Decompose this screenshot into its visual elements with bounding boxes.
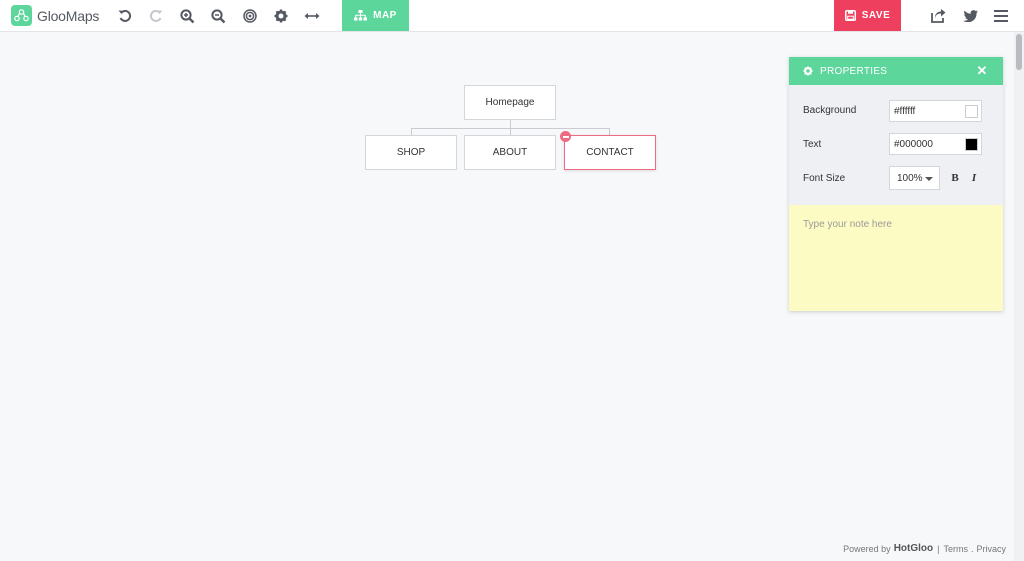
sitemap-logo-icon <box>11 5 32 26</box>
app-logo[interactable]: GlooMaps <box>11 5 99 26</box>
vertical-scrollbar[interactable] <box>1014 32 1024 561</box>
background-color-field[interactable]: #ffffff <box>889 100 982 122</box>
map-label: MAP <box>373 10 397 21</box>
background-color-swatch[interactable] <box>965 105 978 118</box>
background-label: Background <box>803 105 857 116</box>
expand-horizontal-icon[interactable] <box>302 6 322 26</box>
menu-icon[interactable] <box>991 6 1011 26</box>
gear-icon[interactable] <box>271 6 291 26</box>
scrollbar-thumb[interactable] <box>1016 34 1022 70</box>
gear-icon <box>803 66 813 76</box>
italic-button[interactable]: I <box>967 171 981 185</box>
save-label: SAVE <box>861 10 891 21</box>
note-textarea[interactable] <box>789 205 1003 311</box>
save-button[interactable]: SAVE <box>834 0 901 31</box>
remove-node-icon[interactable] <box>560 131 571 142</box>
properties-title: PROPERTIES <box>820 65 888 77</box>
sitemap-icon <box>354 10 368 21</box>
twitter-icon[interactable] <box>960 6 980 26</box>
undo-icon[interactable] <box>115 6 135 26</box>
footer-dot: . <box>970 543 974 554</box>
privacy-link[interactable]: Privacy <box>976 544 1006 554</box>
connector-line <box>609 128 610 135</box>
floppy-disk-icon <box>844 10 856 21</box>
zoom-out-icon[interactable] <box>208 6 228 26</box>
font-size-label: Font Size <box>803 173 846 184</box>
node-contact[interactable]: CONTACT <box>564 135 656 170</box>
node-homepage[interactable]: Homepage <box>464 85 556 120</box>
target-icon[interactable] <box>240 6 260 26</box>
background-color-value: #ffffff <box>894 105 916 117</box>
connector-line <box>510 120 511 128</box>
top-toolbar: GlooMaps MAP SAVE <box>0 0 1024 32</box>
map-button[interactable]: MAP <box>342 0 409 31</box>
text-color-value: #000000 <box>894 138 933 150</box>
share-icon[interactable] <box>928 6 948 26</box>
bold-button[interactable]: B <box>948 171 962 185</box>
properties-panel: PROPERTIES ✕ Background #ffffff Text #00… <box>789 57 1003 311</box>
properties-header: PROPERTIES <box>789 57 1003 85</box>
zoom-in-icon[interactable] <box>177 6 197 26</box>
footer: Powered by HotGloo | Terms . Privacy <box>843 543 1006 554</box>
chevron-down-icon <box>925 177 933 181</box>
connector-line <box>411 128 412 135</box>
font-size-value: 100% <box>897 172 923 184</box>
font-size-select[interactable]: 100% <box>889 166 940 190</box>
text-label: Text <box>803 139 822 150</box>
terms-link[interactable]: Terms <box>943 544 968 554</box>
text-color-swatch[interactable] <box>965 138 978 151</box>
node-about[interactable]: ABOUT <box>464 135 556 170</box>
powered-by-text: Powered by <box>843 543 891 554</box>
app-name: GlooMaps <box>37 7 100 24</box>
close-icon[interactable]: ✕ <box>975 63 989 78</box>
redo-icon[interactable] <box>146 6 166 26</box>
footer-separator: | <box>937 543 940 554</box>
connector-line <box>510 128 511 135</box>
text-color-field[interactable]: #000000 <box>889 133 982 155</box>
node-shop[interactable]: SHOP <box>365 135 457 170</box>
hotgloo-brand[interactable]: HotGloo <box>894 543 933 554</box>
